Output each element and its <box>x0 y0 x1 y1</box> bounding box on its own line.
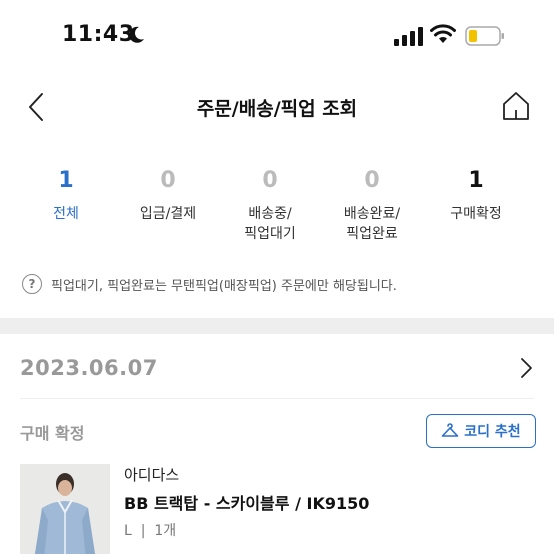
date-divider <box>20 398 534 399</box>
coordi-button-label: 코디 추천 <box>464 424 521 440</box>
summary-label: 전체 <box>53 206 79 222</box>
cellular-signal-icon <box>394 27 423 46</box>
summary-count: 0 <box>262 168 278 193</box>
order-status-row: 구매 확정 코디 추천 <box>0 412 554 452</box>
order-status-summary: 1 전체 0 입금/결제 0 배송중/ 픽업대기 0 배송완료/ 픽업완료 1 … <box>0 166 554 252</box>
summary-count: 1 <box>468 168 484 193</box>
summary-label: 구매확정 <box>450 206 502 222</box>
summary-label: 입금/결제 <box>139 206 197 222</box>
summary-label: 배송중/ 픽업대기 <box>244 206 296 242</box>
summary-label: 배송완료/ 픽업완료 <box>343 206 401 242</box>
status-bar: 11:43 <box>0 0 554 70</box>
summary-count: 0 <box>364 168 380 193</box>
home-icon[interactable] <box>500 90 532 122</box>
battery-low-icon <box>465 26 504 46</box>
coordi-recommend-button[interactable]: 코디 추천 <box>426 414 536 448</box>
hanger-icon <box>441 423 459 437</box>
summary-tab-delivered[interactable]: 0 배송완료/ 픽업완료 <box>322 166 422 244</box>
order-date: 2023.06.07 <box>20 356 158 380</box>
page-title: 주문/배송/픽업 조회 <box>196 98 358 120</box>
product-item[interactable]: 아디다스 BB 트랙탑 - 스카이블루 / IK9150 L | 1개 <box>0 464 554 554</box>
summary-tab-confirmed[interactable]: 1 구매확정 <box>426 166 526 224</box>
question-circle-icon: ? <box>22 274 42 294</box>
notice-text: 픽업대기, 픽업완료는 무탠픽업(매장픽업) 주문에만 해당됩니다. <box>51 278 397 294</box>
summary-count: 1 <box>58 168 74 193</box>
wifi-icon <box>430 24 456 43</box>
product-name: BB 트랙탑 - 스카이블루 / IK9150 <box>124 494 370 513</box>
status-time: 11:43 <box>62 22 135 47</box>
nav-header: 주문/배송/픽업 조회 <box>0 80 554 136</box>
product-option: L | 1개 <box>124 523 177 539</box>
summary-count: 0 <box>160 168 176 193</box>
order-status: 구매 확정 <box>20 424 85 443</box>
chevron-right-icon <box>521 358 532 378</box>
product-image <box>20 464 110 554</box>
summary-tab-shipping[interactable]: 0 배송중/ 픽업대기 <box>220 166 320 244</box>
moon-icon <box>129 26 144 43</box>
order-date-row[interactable]: 2023.06.07 <box>0 350 554 390</box>
summary-tab-all[interactable]: 1 전체 <box>16 166 116 224</box>
section-divider <box>0 318 554 334</box>
summary-tab-payment[interactable]: 0 입금/결제 <box>118 166 218 224</box>
product-brand: 아디다스 <box>124 466 180 484</box>
pickup-notice: ? 픽업대기, 픽업완료는 무탠픽업(매장픽업) 주문에만 해당됩니다. <box>22 272 542 296</box>
